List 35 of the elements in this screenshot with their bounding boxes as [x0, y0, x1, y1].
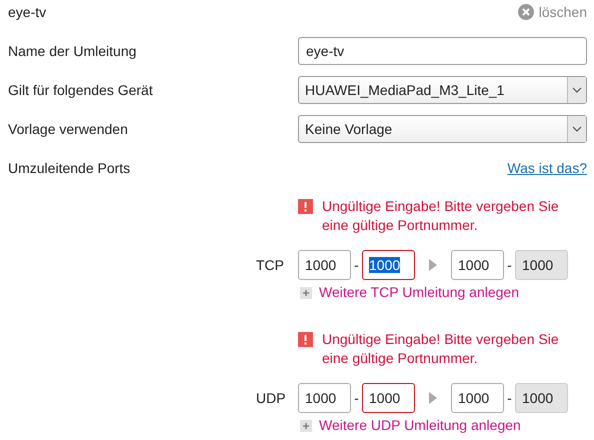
input-field[interactable]: 1000 — [362, 250, 415, 280]
dropdown[interactable]: HUAWEI_MediaPad_M3_Lite_1 — [298, 76, 587, 104]
field-label: Gilt für folgendes Gerät — [8, 82, 154, 98]
delete-button[interactable]: löschen — [518, 4, 587, 20]
protocol-label: UDP — [256, 390, 287, 406]
help-link[interactable]: Was ist das? — [507, 160, 587, 176]
input-field[interactable]: 1000 — [298, 383, 351, 413]
text-field[interactable]: eye-tv — [298, 36, 587, 64]
error-message: Ungültige Eingabe! Bitte vergeben Sie eine gültige Portnummer. — [322, 197, 560, 235]
range-separator: - — [506, 390, 513, 406]
field-label: Name der Umleitung — [8, 42, 138, 58]
input-field[interactable]: 1000 — [451, 383, 504, 413]
field-label: Vorlage verwenden — [8, 120, 129, 136]
error-message: Ungültige Eingabe! Bitte vergeben Sie eine gültige Portnummer. — [322, 330, 560, 368]
field-label: Umzuleitende Ports — [8, 160, 132, 176]
plus-icon — [300, 287, 312, 299]
error-icon — [298, 199, 313, 214]
input-field[interactable]: 1000 — [451, 250, 504, 280]
input-field[interactable]: 1000 — [362, 383, 415, 413]
plus-icon — [300, 420, 312, 432]
add-link[interactable]: Weitere UDP Umleitung anlegen — [319, 417, 521, 433]
range-separator: - — [353, 257, 360, 273]
input-field[interactable]: 1000 — [298, 250, 351, 280]
chevron-down-icon — [572, 86, 582, 92]
range-separator: - — [506, 257, 513, 273]
close-icon — [518, 4, 534, 20]
protocol-label: TCP — [256, 257, 285, 273]
arrow-right-icon — [429, 259, 437, 271]
form-title: eye-tv — [8, 4, 46, 20]
range-separator: - — [353, 390, 360, 406]
error-icon — [298, 332, 313, 347]
dropdown[interactable]: Keine Vorlage — [298, 114, 587, 142]
add-link[interactable]: Weitere TCP Umleitung anlegen — [319, 284, 519, 300]
arrow-right-icon — [429, 392, 437, 404]
chevron-down-icon — [572, 126, 582, 132]
